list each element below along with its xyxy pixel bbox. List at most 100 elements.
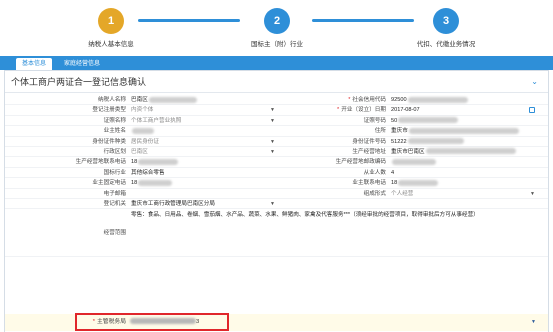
credit-code-field[interactable]: 92500 [389,95,539,104]
email-label: 电子邮箱 [103,190,126,197]
cert-no-label: 证照号码 [363,117,386,124]
dropdown-arrow-icon: ▼ [530,190,535,197]
form-row: 生产经营地联系电话 18 生产经营地邮政编码 [5,157,548,168]
open-date-label-text: 开业（设立）日期 [341,107,386,114]
form-row: 业主姓名 住所 重庆市 [5,126,548,137]
step-3-number: 3 [433,8,459,34]
panel-title: 个体工商户两证合一登记信息确认 ⌄ [5,71,548,93]
cert-no-field[interactable]: 50 [389,116,539,125]
step-2-label: 国标主（附）行业 [251,41,303,48]
id-no-label: 身份证件号码 [352,138,386,145]
step-1[interactable]: 1 纳税人基本信息 [41,8,181,48]
credit-code-label: * 社会信用代码 [279,95,389,104]
redaction [398,179,439,186]
dropdown-arrow-icon: ▼ [270,200,275,207]
redaction [408,127,519,134]
id-type-select[interactable]: 居民身份证 ▼ [129,137,279,146]
step-2-number: 2 [264,8,290,34]
form-row: 国标行业 其他综合零售 从业人数 4 [5,168,548,179]
scope-field[interactable]: 零售：食品、日用品、卷烟、雪茄烟、水产品、蔬菜、水果、鲜猪肉、家禽及代客服务**… [129,209,548,256]
redaction [138,158,179,165]
redaction [392,158,436,165]
form-row: 证照名称 个体工商户营业执照 ▼ 证照号码 50 [5,116,548,127]
tab-bar: 基本信息 家庭经营信息 [0,56,553,70]
redaction [138,179,173,186]
biz-postcode-label: 生产经营地邮政编码 [335,159,386,166]
collapse-chevron-icon[interactable]: ⌄ [531,71,538,93]
form-row: 经营范围 零售：食品、日用品、卷烟、雪茄烟、水产品、蔬菜、水果、鲜猪肉、家禽及代… [5,209,548,258]
confirm-panel: 个体工商户两证合一登记信息确认 ⌄ 纳税人名称 巴南区 * 社会信用代码 9250… [4,70,549,332]
mobile-value: 18 [391,180,398,187]
district-label: 行政区划 [103,148,126,155]
form-select[interactable]: 个人经营 ▼ [389,189,539,198]
mobile-label: 业主联系电话 [352,180,386,187]
dropdown-arrow-icon: ▼ [270,107,275,114]
industry-field[interactable]: 其他综合零售 [129,168,279,177]
form-row: 业主固定电话 18 业主联系电话 18 [5,178,548,189]
step-3[interactable]: 3 代扣、代缴业务情况 [376,8,516,48]
biz-phone-label: 生产经营地联系电话 [75,159,126,166]
staff-field[interactable]: 4 [389,168,539,177]
step-1-number: 1 [98,8,124,34]
credit-code-label-text: 社会信用代码 [352,97,386,103]
info-grid: 纳税人名称 巴南区 * 社会信用代码 92500 登记注册类型 内资个体 ▼ * 开业… [5,95,548,258]
form-row: 电子邮箱 组成形式 个人经营 ▼ [5,189,548,199]
biz-address-field[interactable]: 重庆市巴南区 [389,147,539,156]
district-select[interactable]: 巴南区 ▼ [129,147,279,156]
form-row: 身份证件种类 居民身份证 ▼ 身份证件号码 51222 [5,137,548,147]
reg-type-select[interactable]: 内资个体 ▼ [129,105,279,114]
id-no-field[interactable]: 51222 [389,137,539,146]
required-marker: * [337,107,340,114]
form-row: 登记机关 重庆市工商行政管理局巴南区分局 ▼ [5,199,548,210]
taxpayer-name-value: 巴南区 [131,97,148,103]
scope-label: 经营范围 [103,230,126,237]
tab-basic-info[interactable]: 基本信息 [16,58,53,70]
taxpayer-name-field[interactable]: 巴南区 [129,95,279,104]
step-2[interactable]: 2 国标主（附）行业 [207,8,347,48]
dropdown-arrow-icon: ▼ [531,319,536,325]
authority-label: 登记机关 [103,200,126,207]
owner-name-label: 业主姓名 [103,128,126,135]
fixed-phone-label: 业主固定电话 [92,180,126,187]
redaction [425,148,516,155]
open-date-field[interactable]: 2017-08-07 [389,105,539,114]
form-row: 纳税人名称 巴南区 * 社会信用代码 92500 [5,95,548,106]
id-type-value: 居民身份证 [131,138,159,145]
biz-postcode-field[interactable] [389,157,539,166]
panel-title-text: 个体工商户两证合一登记信息确认 [11,77,147,87]
email-field[interactable] [129,189,279,198]
district-value: 巴南区 [131,148,148,155]
form-label: 组成形式 [363,190,386,197]
reg-type-value: 内资个体 [131,107,154,114]
cert-name-select[interactable]: 个体工商户营业执照 ▼ [129,116,279,125]
redaction [407,138,464,145]
cert-name-label: 证照名称 [103,117,126,124]
address-label: 住所 [374,128,386,135]
open-date-value: 2017-08-07 [391,107,420,114]
biz-phone-value: 18 [131,159,138,166]
tab-family-business[interactable]: 家庭经营信息 [58,58,106,70]
redaction [148,96,197,103]
authority-select[interactable]: 重庆市工商行政管理局巴南区分局 ▼ [129,199,279,208]
form-value: 个人经营 [391,190,414,197]
mobile-field[interactable]: 18 [389,178,539,187]
required-marker: * [348,97,351,103]
id-type-label: 身份证件种类 [92,138,126,145]
dropdown-arrow-icon: ▼ [270,138,275,145]
cert-name-value: 个体工商户营业执照 [131,117,182,124]
form-row: 行政区划 巴南区 ▼ 生产经营地址 重庆市巴南区 [5,147,548,158]
biz-phone-field[interactable]: 18 [129,157,279,166]
authority-value: 重庆市工商行政管理局巴南区分局 [131,200,215,207]
fixed-phone-field[interactable]: 18 [129,178,279,187]
form-row: 登记注册类型 内资个体 ▼ * 开业（设立）日期 2017-08-07 [5,105,548,116]
redaction [132,127,154,134]
credit-code-value: 92500 [391,97,407,103]
address-field[interactable]: 重庆市 [389,126,539,135]
fixed-phone-value: 18 [131,180,138,187]
redaction [407,96,468,103]
calendar-icon[interactable] [529,107,535,114]
biz-address-value: 重庆市巴南区 [391,148,425,155]
owner-name-field[interactable] [129,126,279,135]
dropdown-arrow-icon: ▼ [270,117,275,124]
taxpayer-name-label: 纳税人名称 [98,97,126,103]
